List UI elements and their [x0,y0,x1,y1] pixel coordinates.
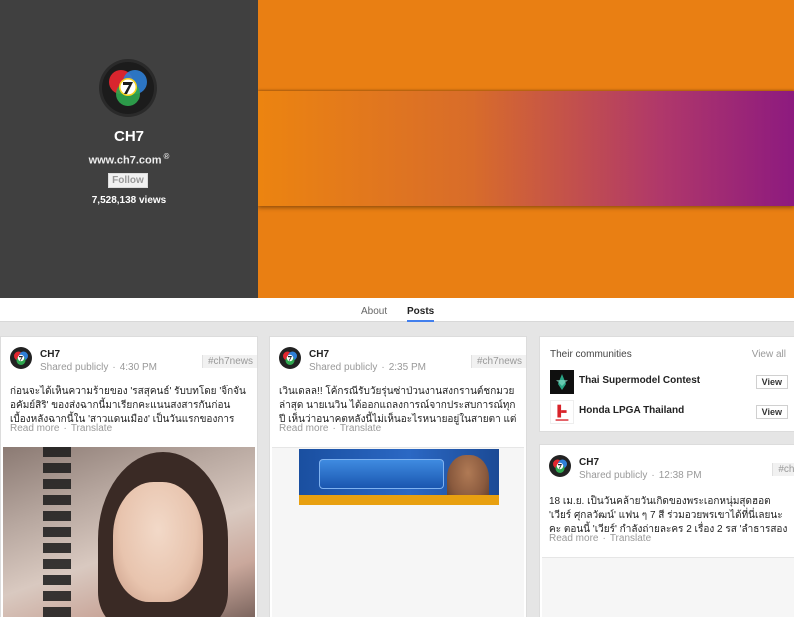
translate-link[interactable]: Translate [610,533,651,544]
verified-icon: ® [163,152,170,161]
post-body: 18 เม.ย. เป็นวันคล้ายวันเกิดของพระเอกหนุ… [549,496,788,535]
separator-dot: · [381,362,385,373]
post-visibility: Shared publicly [579,470,648,481]
author-avatar-icon[interactable] [549,455,571,477]
post-actions: Read more · Translate [279,423,386,434]
separator-dot: · [332,423,336,434]
image-banner-detail [319,459,444,489]
post-time[interactable]: 12:38 PM [659,470,702,481]
tab-about[interactable]: About [361,306,387,317]
website-link[interactable]: www.ch7.com [89,155,162,167]
cover-band [258,91,794,206]
community-item[interactable]: Honda LPGA Thailand View [550,400,794,424]
follow-button[interactable]: Follow [108,173,148,188]
community-name[interactable]: Thai Supermodel Contest [579,375,700,386]
post-image[interactable] [3,447,255,617]
post-visibility: Shared publicly [40,362,109,373]
separator-dot: · [112,362,116,373]
author-avatar-icon[interactable] [279,347,301,369]
post-card: CH7 Shared publicly · 4:30 PM #ch7news ก่อ… [0,336,258,617]
post-author[interactable]: CH7 [579,457,599,468]
profile-name: CH7 [113,128,144,145]
image-face-detail [113,482,203,602]
separator-dot: · [602,533,606,544]
post-author[interactable]: CH7 [40,349,60,360]
community-icon[interactable] [550,400,574,424]
community-name[interactable]: Honda LPGA Thailand [579,405,684,416]
post-card: CH7 Shared publicly · 2:35 PM #ch7news เวิ… [269,336,527,617]
separator-dot: · [651,470,655,481]
post-body: เวินเดลล!! โค้กรณีรับวัยรุ่นซ่าป่วนงานสง… [279,386,517,425]
post-image[interactable] [299,449,499,505]
community-view-button[interactable]: View [755,405,788,419]
community-item[interactable]: Thai Supermodel Contest View [550,370,794,394]
image-chain-detail [43,447,71,617]
post-visibility: Shared publicly [309,362,378,373]
post-actions: Read more · Translate [10,423,117,434]
profile-panel: CH7 www.ch7.com ® Follow 7,528,138 views [0,0,258,298]
post-hashtag[interactable]: #ch7 [772,463,794,476]
separator-dot: · [63,423,67,434]
view-count: 7,528,138 views [91,195,167,206]
image-bar-detail [299,495,499,505]
post-meta: Shared publicly · 12:38 PM [579,470,702,481]
community-view-button[interactable]: View [755,375,788,389]
post-meta: Shared publicly · 2:35 PM [309,362,426,373]
post-time[interactable]: 2:35 PM [389,362,426,373]
ch7-logo-icon[interactable] [98,58,158,118]
author-avatar-icon[interactable] [10,347,32,369]
read-more-link[interactable]: Read more [10,423,59,434]
post-hashtag[interactable]: #ch7news [201,355,257,368]
tab-posts[interactable]: Posts [407,306,435,322]
post-time[interactable]: 4:30 PM [120,362,157,373]
profile-tabs: About Posts [0,298,794,322]
communities-card: Their communities View all Thai Supermod… [539,336,794,432]
translate-link[interactable]: Translate [71,423,112,434]
post-hashtag[interactable]: #ch7news [470,355,526,368]
translate-link[interactable]: Translate [340,423,381,434]
view-all-link[interactable]: View all [752,349,786,360]
post-card: CH7 Shared publicly·12:38 PM #ch7 18 เม.… [539,444,794,617]
profile-website[interactable]: www.ch7.com ® [0,152,258,167]
community-icon[interactable] [550,370,574,394]
post-actions: Read more · Translate [549,533,656,544]
read-more-link[interactable]: Read more [549,533,598,544]
post-meta: Shared publicly · 4:30 PM [40,362,157,373]
read-more-link[interactable]: Read more [279,423,328,434]
cover-photo [258,0,794,298]
post-body: ก่อนจะได้เห็นความร้ายของ 'รสสุคนธ์' รับบ… [10,386,246,425]
post-author[interactable]: CH7 [309,349,329,360]
post-image-frame [542,557,794,617]
communities-title: Their communities [550,349,632,360]
